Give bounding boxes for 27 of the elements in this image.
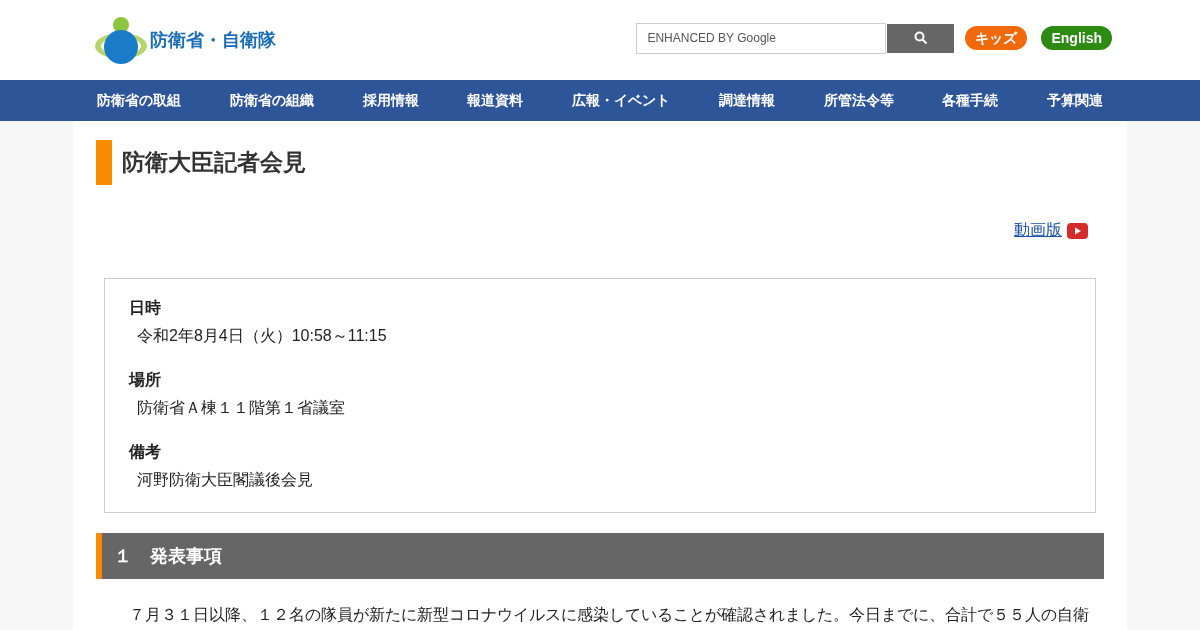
- logo-text: 防衛省・自衛隊: [150, 29, 276, 52]
- nav-item[interactable]: 報道資料: [467, 91, 524, 110]
- logo-icon: [94, 16, 148, 64]
- info-value: 河野防衛大臣閣議後会見: [137, 470, 314, 490]
- nav-item[interactable]: 調達情報: [718, 91, 775, 110]
- search-button[interactable]: [887, 23, 955, 53]
- nav-item[interactable]: 採用情報: [362, 91, 419, 110]
- nav-item[interactable]: 広報・イベント: [572, 91, 670, 110]
- language-link[interactable]: English: [1041, 26, 1112, 50]
- info-label: 備考: [129, 442, 162, 462]
- video-link[interactable]: 動画版: [1014, 220, 1062, 241]
- paragraph: ７月３１日以降、１２名の隊員が新たに新型コロナウイルスに感染していることが確認されました。今日までに、合計で５５人の自衛: [129, 605, 1090, 625]
- info-value: 令和2年8月4日（火）10:58～11:15: [137, 326, 388, 346]
- info-label: 日時: [129, 298, 162, 318]
- nav-item[interactable]: 各種手続: [942, 91, 999, 110]
- search-icon: [913, 31, 928, 45]
- logo[interactable]: 防衛省・自衛隊: [94, 16, 276, 64]
- search-field[interactable]: ENHANCED BY Google: [636, 22, 887, 54]
- nav-item[interactable]: 防衛省の取組: [97, 91, 181, 110]
- nav-item[interactable]: 所管法令等: [823, 91, 894, 110]
- info-value: 防衛省Ａ棟１１階第１省議室: [137, 398, 346, 418]
- page-title: 防衛大臣記者会見: [96, 140, 1104, 185]
- play-icon[interactable]: [1067, 222, 1088, 239]
- info-label: 場所: [129, 370, 162, 390]
- section-heading: １ 発表事項: [96, 533, 1104, 579]
- nav-item[interactable]: 防衛省の組織: [229, 91, 314, 110]
- nav-item[interactable]: 予算関連: [1047, 91, 1103, 110]
